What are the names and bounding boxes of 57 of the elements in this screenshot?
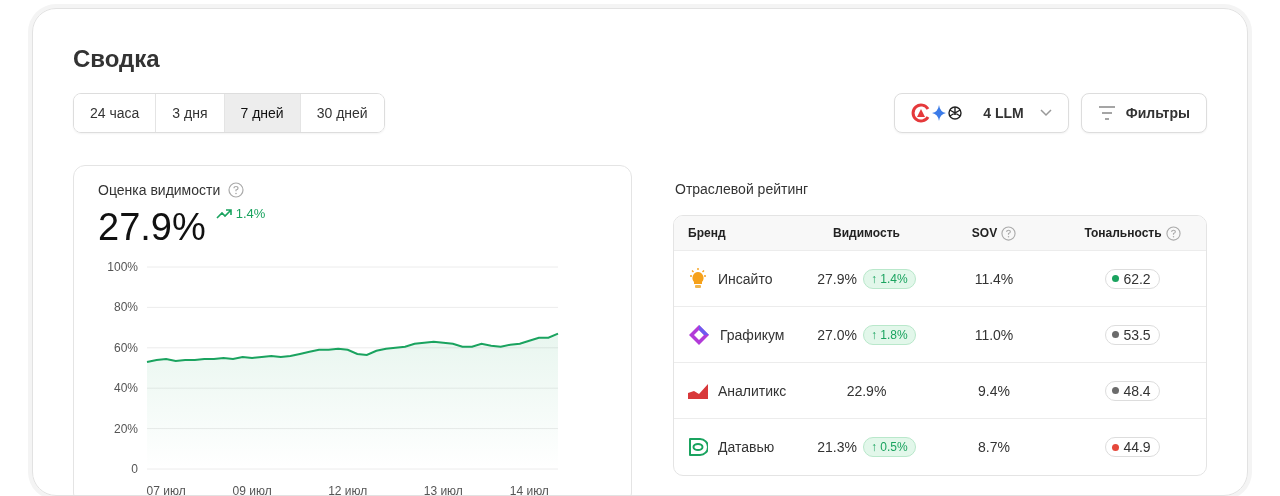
x-tick-label: 13 июл bbox=[423, 484, 463, 495]
period-tab[interactable]: 30 дней bbox=[300, 94, 384, 132]
llm-dropdown[interactable]: 4 LLM bbox=[894, 93, 1069, 133]
y-tick-label: 0 bbox=[131, 462, 138, 476]
column-header: Бренд bbox=[688, 226, 726, 240]
x-tick-label: 07 июл bbox=[146, 484, 186, 495]
visibility-value: 21.3% bbox=[817, 439, 857, 455]
circle-logo-icon bbox=[911, 103, 932, 123]
trend-up-icon bbox=[215, 208, 232, 219]
filter-icon bbox=[1097, 106, 1116, 120]
diamond-icon bbox=[688, 323, 710, 346]
y-tick-label: 40% bbox=[113, 381, 138, 396]
column-header: SOV bbox=[971, 226, 998, 240]
help-icon[interactable] bbox=[1165, 225, 1181, 241]
change-badge: ↑ 0.5% bbox=[863, 437, 916, 457]
x-tick-label: 14 июл bbox=[509, 484, 549, 495]
tone-value: 48.4 bbox=[1123, 382, 1151, 399]
sov-value: 11.4% bbox=[974, 270, 1014, 287]
help-icon[interactable] bbox=[1001, 225, 1017, 241]
brand-name: Датавью bbox=[718, 439, 775, 455]
filters-button[interactable]: Фильтры bbox=[1080, 93, 1207, 133]
period-tab[interactable]: 7 дней bbox=[224, 94, 301, 132]
visibility-value: 27.0% bbox=[817, 326, 857, 343]
page-title: Сводка bbox=[73, 45, 161, 73]
column-header: Видимость bbox=[833, 226, 900, 240]
y-tick-label: 80% bbox=[113, 300, 138, 315]
column-header: Тональность bbox=[1084, 226, 1162, 240]
eye-icon bbox=[688, 437, 708, 457]
visibility-value: 22.9% bbox=[846, 382, 887, 399]
chevron-down-icon bbox=[1039, 109, 1052, 117]
change-badge: ↑ 1.8% bbox=[863, 324, 916, 345]
sparkle-icon bbox=[932, 105, 947, 121]
visibility-score: 27.9% bbox=[98, 205, 206, 250]
sov-value: 11.0% bbox=[974, 326, 1014, 343]
section-title: Отраслевой рейтинг bbox=[675, 181, 810, 197]
visibility-value: 27.9% bbox=[817, 270, 857, 287]
lightbulb-icon bbox=[688, 267, 708, 290]
sov-value: 9.4% bbox=[978, 382, 1010, 399]
tone-value: 44.9 bbox=[1123, 439, 1151, 455]
sov-value: 8.7% bbox=[978, 439, 1010, 455]
y-tick-label: 100% bbox=[107, 260, 138, 274]
period-tab[interactable]: 24 часа bbox=[74, 94, 157, 132]
brand-name: Инсайто bbox=[718, 270, 773, 287]
help-icon[interactable] bbox=[228, 182, 245, 198]
period-tab[interactable]: 3 дня bbox=[156, 94, 225, 132]
tone-value: 53.5 bbox=[1123, 326, 1151, 343]
card-title: Оценка видимости bbox=[98, 182, 221, 198]
y-tick-label: 60% bbox=[113, 340, 138, 355]
tone-value: 62.2 bbox=[1123, 270, 1151, 287]
y-tick-label: 20% bbox=[113, 421, 138, 436]
area-chart-icon bbox=[688, 382, 708, 399]
brand-name: Графикум bbox=[720, 326, 785, 343]
x-tick-label: 12 июл bbox=[328, 484, 368, 495]
change-badge: ↑ 1.4% bbox=[863, 268, 916, 289]
score-change: 1.4% bbox=[235, 206, 266, 221]
brand-name: Аналитикс bbox=[718, 382, 787, 399]
x-tick-label: 09 июл bbox=[232, 484, 272, 495]
